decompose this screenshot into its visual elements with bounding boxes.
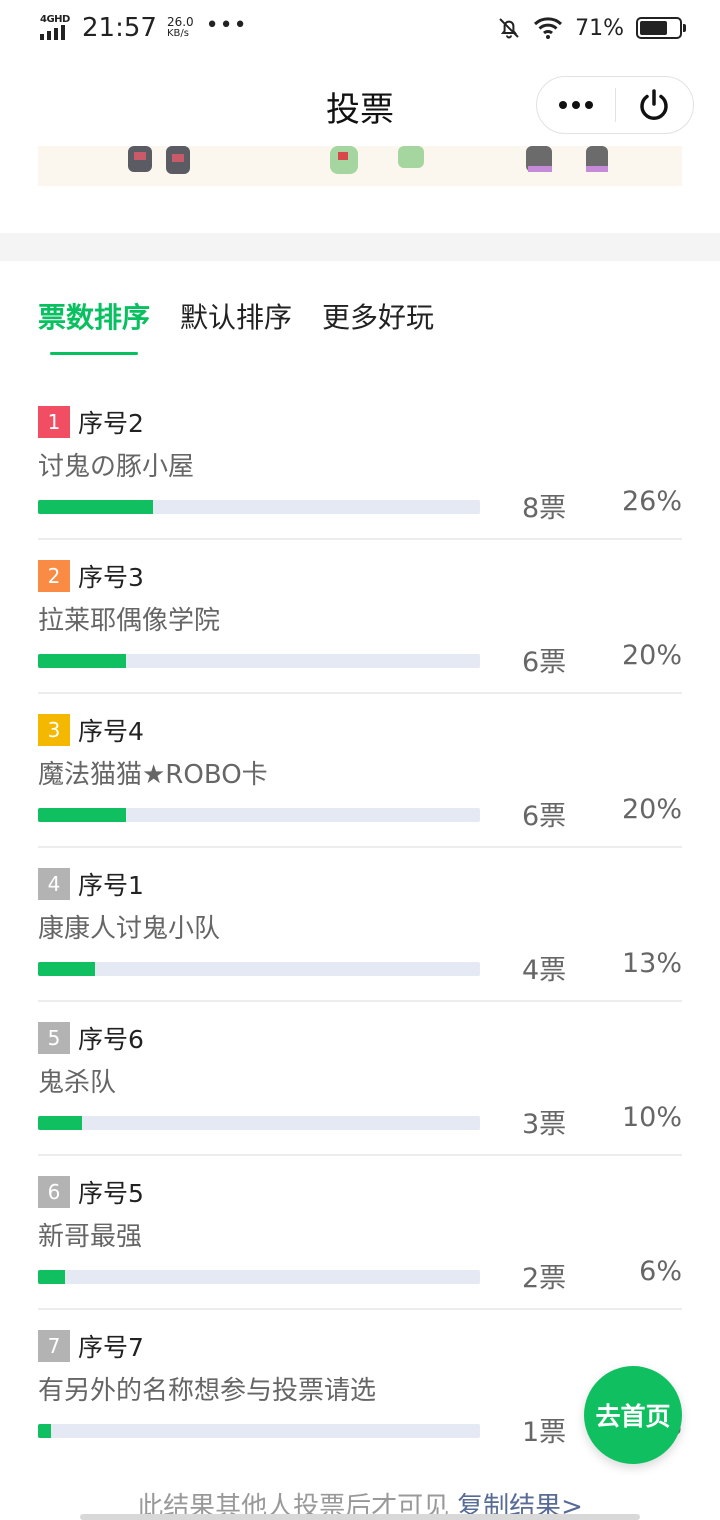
banner-image [128, 146, 608, 174]
vote-stats: 4票 13% [522, 948, 682, 987]
rank-badge: 5 [38, 1022, 70, 1054]
rank-row: 2 序号3 [38, 558, 144, 594]
item-sequence: 序号6 [78, 1025, 144, 1054]
battery-icon [636, 17, 686, 39]
vote-stats: 2票 6% [522, 1256, 682, 1295]
sort-tabs: 票数排序 默认排序 更多好玩 [38, 296, 434, 336]
status-more-dots: ••• [205, 12, 248, 38]
vote-count: 3票 [522, 1109, 567, 1140]
tab-more-fun[interactable]: 更多好玩 [322, 296, 434, 336]
battery-fill [640, 21, 667, 35]
status-right: 71% [497, 15, 686, 41]
item-sequence: 序号5 [78, 1179, 144, 1208]
vote-progress-fill [38, 654, 127, 668]
vote-result-list: 1 序号2 讨鬼の豚小屋 8票 26% 2 序号3 拉莱耶偶像学院 6票 20%… [38, 386, 682, 1464]
vote-percent: 20% [621, 794, 682, 825]
list-item[interactable]: 1 序号2 讨鬼の豚小屋 8票 26% [38, 386, 682, 540]
rank-row: 1 序号2 [38, 404, 144, 440]
rank-row: 6 序号5 [38, 1174, 144, 1210]
item-sequence: 序号2 [78, 409, 144, 438]
rank-row: 4 序号1 [38, 866, 144, 902]
rank-badge: 4 [38, 868, 70, 900]
banner-illustration [38, 146, 682, 186]
vote-progress-bar [38, 808, 480, 822]
vote-stats: 6票 20% [522, 794, 682, 833]
rank-row: 7 序号7 [38, 1328, 144, 1364]
vote-progress-fill [38, 808, 127, 822]
vote-percent: 6% [639, 1256, 682, 1287]
rank-row: 5 序号6 [38, 1020, 144, 1056]
vote-count: 2票 [522, 1263, 567, 1294]
list-item[interactable]: 6 序号5 新哥最强 2票 6% [38, 1156, 682, 1310]
vote-percent: 10% [621, 1102, 682, 1133]
battery-percent: 71% [575, 15, 624, 41]
vote-count: 8票 [522, 493, 567, 524]
item-sequence: 序号3 [78, 563, 144, 592]
wifi-icon [534, 17, 563, 39]
vote-stats: 8票 26% [522, 486, 682, 525]
list-item[interactable]: 5 序号6 鬼杀队 3票 10% [38, 1002, 682, 1156]
mini-program-capsule [536, 76, 694, 134]
network-type: 4GHD [40, 14, 70, 25]
vote-progress-fill [38, 500, 153, 514]
vote-count: 4票 [522, 955, 567, 986]
navigation-bar: 投票 [0, 56, 720, 152]
item-sequence: 序号1 [78, 871, 144, 900]
active-tab-indicator [50, 352, 138, 355]
network-speed-value: 26.0 [166, 15, 194, 29]
power-icon[interactable] [616, 87, 694, 123]
option-name: 新哥最强 [38, 1222, 143, 1252]
cellular-signal-icon: 4GHD [38, 14, 70, 42]
more-dots-icon[interactable] [537, 101, 615, 109]
option-name: 康康人讨鬼小队 [38, 914, 221, 944]
vote-progress-fill [38, 1116, 83, 1130]
vote-stats: 6票 20% [522, 640, 682, 679]
option-name: 有另外的名称想参与投票请选 [38, 1376, 377, 1406]
vote-progress-bar [38, 500, 480, 514]
list-item[interactable]: 7 序号7 有另外的名称想参与投票请选 1票 3% [38, 1310, 682, 1464]
rank-badge: 3 [38, 714, 70, 746]
vote-progress-bar [38, 1116, 480, 1130]
vote-percent: 20% [621, 640, 682, 671]
vote-progress-bar [38, 962, 480, 976]
vote-progress-bar [38, 654, 480, 668]
network-speed: 26.0 KB/s [167, 16, 194, 40]
list-item[interactable]: 2 序号3 拉莱耶偶像学院 6票 20% [38, 540, 682, 694]
list-item[interactable]: 4 序号1 康康人讨鬼小队 4票 13% [38, 848, 682, 1002]
rank-badge: 2 [38, 560, 70, 592]
mute-bell-icon [499, 18, 519, 39]
vote-progress-fill [38, 1270, 65, 1284]
vote-percent: 26% [621, 486, 682, 517]
status-left: 4GHD 21:57 26.0 KB/s ••• [38, 13, 248, 43]
item-sequence: 序号4 [78, 717, 144, 746]
vote-progress-fill [38, 962, 96, 976]
rank-badge: 1 [38, 406, 70, 438]
vote-count: 6票 [522, 801, 567, 832]
item-sequence: 序号7 [78, 1333, 144, 1362]
status-time: 21:57 [82, 13, 157, 43]
vote-percent: 13% [621, 948, 682, 979]
option-name: 魔法猫猫★ROBO卡 [38, 760, 268, 790]
vote-progress-bar [38, 1270, 480, 1284]
network-speed-unit: KB/s [166, 28, 189, 39]
vote-stats: 3票 10% [522, 1102, 682, 1141]
option-name: 鬼杀队 [38, 1068, 117, 1098]
vote-progress-bar [38, 1424, 480, 1438]
go-home-button[interactable]: 去首页 [584, 1366, 682, 1464]
vote-progress-fill [38, 1424, 52, 1438]
rank-row: 3 序号4 [38, 712, 144, 748]
tab-default-sort[interactable]: 默认排序 [180, 296, 292, 336]
option-name: 讨鬼の豚小屋 [38, 452, 195, 482]
option-name: 拉莱耶偶像学院 [38, 606, 221, 636]
rank-badge: 6 [38, 1176, 70, 1208]
home-indicator [80, 1514, 640, 1520]
list-item[interactable]: 3 序号4 魔法猫猫★ROBO卡 6票 20% [38, 694, 682, 848]
vote-count: 6票 [522, 647, 567, 678]
status-bar: 4GHD 21:57 26.0 KB/s ••• 71% [0, 0, 720, 56]
rank-badge: 7 [38, 1330, 70, 1362]
tab-sort-by-votes[interactable]: 票数排序 [38, 296, 150, 336]
section-divider [0, 233, 720, 261]
